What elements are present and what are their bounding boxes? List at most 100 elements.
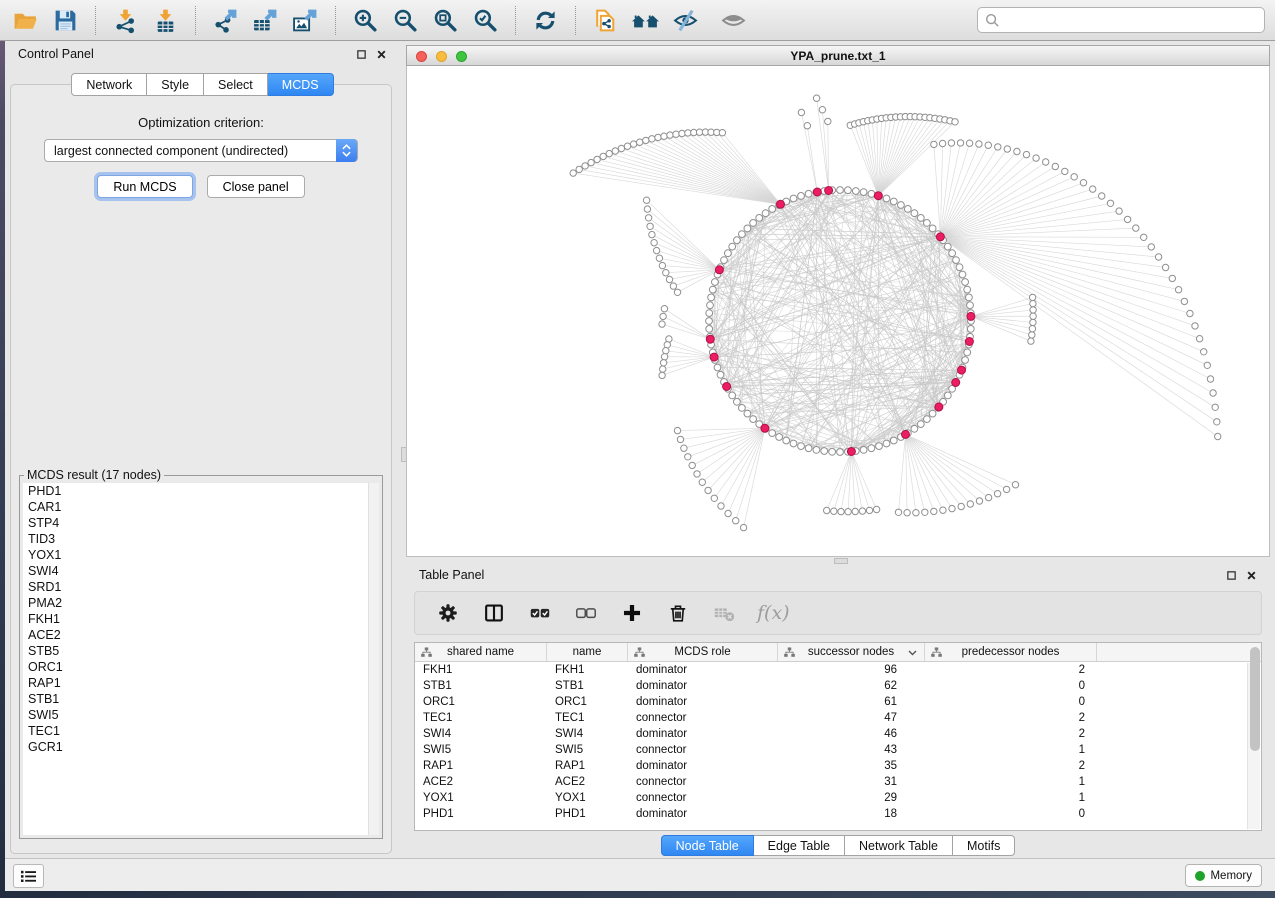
table-row[interactable]: ACE2ACE2connector311: [415, 774, 1261, 790]
refresh-layout-icon[interactable]: [530, 5, 561, 36]
settings-gear-icon[interactable]: [435, 600, 461, 626]
float-panel-icon[interactable]: [356, 49, 367, 60]
mcds-result-item[interactable]: SRD1: [23, 579, 379, 595]
maximize-window-icon[interactable]: [456, 51, 467, 62]
close-table-panel-icon[interactable]: [1246, 570, 1257, 581]
column-header-predecessor-nodes[interactable]: predecessor nodes: [925, 643, 1097, 661]
mcds-result-item[interactable]: STP4: [23, 515, 379, 531]
cell-shared-name: ACE2: [415, 776, 547, 788]
column-header-name[interactable]: name: [547, 643, 628, 661]
tab-mcds[interactable]: MCDS: [268, 73, 334, 96]
open-file-icon[interactable]: [10, 5, 41, 36]
task-list-icon: [20, 869, 37, 884]
optimization-select[interactable]: largest connected component (undirected): [44, 139, 358, 162]
mcds-result-fieldset: MCDS result (17 nodes) PHD1CAR1STP4TID3Y…: [19, 468, 383, 839]
tab-select[interactable]: Select: [204, 73, 268, 96]
mcds-result-item[interactable]: PHD1: [23, 483, 379, 499]
table-row[interactable]: FKH1FKH1dominator962: [415, 662, 1261, 678]
mcds-result-item[interactable]: TEC1: [23, 723, 379, 739]
table-row[interactable]: SWI4SWI4dominator462: [415, 726, 1261, 742]
select-all-checkboxes-icon[interactable]: [527, 600, 553, 626]
network-canvas[interactable]: [406, 66, 1270, 557]
mcds-node: [958, 366, 966, 374]
task-history-button[interactable]: [13, 864, 44, 888]
split-panel-icon[interactable]: [481, 600, 507, 626]
export-table-icon[interactable]: [250, 5, 281, 36]
save-session-icon[interactable]: [50, 5, 81, 36]
control-panel-tabs: NetworkStyleSelectMCDS: [5, 73, 400, 96]
tab-style[interactable]: Style: [147, 73, 204, 96]
zoom-in-icon[interactable]: [350, 5, 381, 36]
column-header-successor-nodes[interactable]: successor nodes: [778, 643, 925, 661]
add-column-icon[interactable]: [619, 600, 645, 626]
mcds-result-item[interactable]: CAR1: [23, 499, 379, 515]
mcds-result-item[interactable]: SWI4: [23, 563, 379, 579]
deselect-all-checkboxes-icon[interactable]: [573, 600, 599, 626]
tab-network[interactable]: Network: [71, 73, 147, 96]
hide-selected-icon[interactable]: [670, 5, 701, 36]
cell-predecessor-nodes: 2: [925, 712, 1097, 724]
search-input[interactable]: [1006, 13, 1257, 27]
cell-name: SWI5: [547, 744, 628, 756]
table-row[interactable]: PHD1PHD1dominator180: [415, 806, 1261, 822]
table-row[interactable]: YOX1YOX1connector291: [415, 790, 1261, 806]
memory-button[interactable]: Memory: [1185, 864, 1262, 887]
mcds-result-item[interactable]: TID3: [23, 531, 379, 547]
sort-chevron-icon[interactable]: [908, 650, 917, 656]
toolbar-separator: [95, 6, 96, 35]
mcds-result-item[interactable]: ACE2: [23, 627, 379, 643]
mcds-result-item[interactable]: FKH1: [23, 611, 379, 627]
column-header-mcds-role[interactable]: MCDS role: [628, 643, 778, 661]
first-neighbors-icon[interactable]: [630, 5, 661, 36]
table-tab-edge-table[interactable]: Edge Table: [754, 835, 845, 856]
toolbar-separator: [575, 6, 576, 35]
cell-predecessor-nodes: 0: [925, 680, 1097, 692]
cell-successor-nodes: 31: [778, 776, 925, 788]
table-row[interactable]: RAP1RAP1dominator352: [415, 758, 1261, 774]
cell-name: ACE2: [547, 776, 628, 788]
table-tab-node-table[interactable]: Node Table: [661, 835, 754, 856]
table-panel-tabs: Node TableEdge TableNetwork TableMotifs: [406, 835, 1270, 856]
table-row[interactable]: TEC1TEC1connector472: [415, 710, 1261, 726]
close-panel-button[interactable]: Close panel: [207, 175, 305, 198]
export-network-icon[interactable]: [210, 5, 241, 36]
cell-predecessor-nodes: 0: [925, 808, 1097, 820]
show-all-icon[interactable]: [718, 5, 749, 36]
table-scrollbar-thumb[interactable]: [1250, 647, 1260, 751]
mcds-node: [825, 187, 833, 195]
minimize-window-icon[interactable]: [436, 51, 447, 62]
delete-columns-icon[interactable]: [665, 600, 691, 626]
mcds-result-item[interactable]: SWI5: [23, 707, 379, 723]
close-window-icon[interactable]: [416, 51, 427, 62]
cell-shared-name: SWI4: [415, 728, 547, 740]
search-box[interactable]: [977, 7, 1265, 33]
table-tab-motifs[interactable]: Motifs: [953, 835, 1015, 856]
mcds-result-item[interactable]: PMA2: [23, 595, 379, 611]
table-row[interactable]: SWI5SWI5connector431: [415, 742, 1261, 758]
mcds-node: [777, 200, 785, 208]
zoom-out-icon[interactable]: [390, 5, 421, 36]
search-icon: [985, 13, 1000, 28]
float-table-panel-icon[interactable]: [1226, 570, 1237, 581]
mcds-result-list[interactable]: PHD1CAR1STP4TID3YOX1SWI4SRD1PMA2FKH1ACE2…: [23, 483, 379, 835]
table-row[interactable]: ORC1ORC1dominator610: [415, 694, 1261, 710]
mcds-result-item[interactable]: STB1: [23, 691, 379, 707]
import-table-icon[interactable]: [150, 5, 181, 36]
zoom-selected-icon[interactable]: [470, 5, 501, 36]
mcds-result-item[interactable]: STB5: [23, 643, 379, 659]
mcds-result-item[interactable]: YOX1: [23, 547, 379, 563]
import-network-icon[interactable]: [110, 5, 141, 36]
network-titlebar[interactable]: YPA_prune.txt_1: [406, 45, 1270, 66]
table-tab-network-table[interactable]: Network Table: [845, 835, 953, 856]
mcds-result-item[interactable]: RAP1: [23, 675, 379, 691]
run-mcds-button[interactable]: Run MCDS: [97, 175, 192, 198]
mcds-result-item[interactable]: GCR1: [23, 739, 379, 755]
export-image-icon[interactable]: [290, 5, 321, 36]
mcds-list-scrollbar[interactable]: [368, 483, 379, 835]
mcds-result-item[interactable]: ORC1: [23, 659, 379, 675]
zoom-fit-icon[interactable]: [430, 5, 461, 36]
clone-network-icon[interactable]: [590, 5, 621, 36]
table-row[interactable]: STB1STB1dominator620: [415, 678, 1261, 694]
close-panel-icon[interactable]: [376, 49, 387, 60]
column-header-shared-name[interactable]: shared name: [415, 643, 547, 661]
